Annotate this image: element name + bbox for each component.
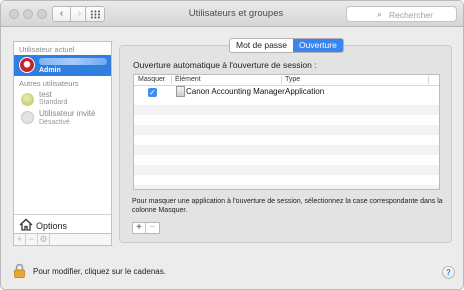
table-row-empty [134, 125, 439, 135]
user-role: Désactivé [39, 119, 70, 126]
users-sidebar: Utilisateur actuel Admin Autres utilisat… [13, 41, 112, 234]
add-user-button[interactable]: + [14, 234, 26, 245]
login-items-toolbar: + − [132, 222, 160, 234]
column-header-hide[interactable]: Masquer [138, 76, 165, 83]
options-label: Options [36, 221, 68, 231]
back-button[interactable]: ‹ [52, 6, 71, 22]
item-type: Application [285, 87, 325, 96]
table-row-empty [134, 145, 439, 155]
title-bar: ‹ › Utilisateurs et groupes ⌕ Rechercher [1, 1, 463, 27]
remove-user-button[interactable]: − [26, 234, 38, 245]
search-placeholder: Rechercher [389, 10, 433, 20]
chevron-right-icon: › [77, 8, 82, 19]
show-all-button[interactable] [85, 6, 105, 22]
admin-avatar [19, 57, 35, 73]
guest-avatar [21, 111, 34, 124]
home-icon [19, 218, 33, 231]
other-users-heading: Autres utilisateurs [19, 79, 79, 88]
close-window-button[interactable] [9, 9, 19, 19]
tab-bar: Mot de passe Ouverture [229, 38, 344, 53]
window-title: Utilisateurs et groupes [188, 8, 284, 19]
tab-login-items[interactable]: Ouverture [293, 39, 343, 52]
column-divider [428, 76, 429, 84]
current-user-heading: Utilisateur actuel [19, 45, 75, 54]
tab-password[interactable]: Mot de passe [230, 39, 293, 52]
table-row-empty [134, 185, 439, 189]
hide-checkbox[interactable]: ✓ [148, 88, 157, 97]
minimize-window-button[interactable] [23, 9, 33, 19]
options-item[interactable]: Options [14, 214, 111, 234]
column-header-item[interactable]: Élément [175, 76, 201, 83]
search-field[interactable]: ⌕ Rechercher [346, 6, 457, 22]
lock-status-text: Pour modifier, cliquez sur le cadenas. [33, 267, 166, 276]
table-header: Masquer Élément Type [134, 75, 439, 86]
grid-icon [90, 10, 101, 19]
column-header-type[interactable]: Type [285, 76, 300, 83]
login-items-help-text: Pour masquer une application à l'ouvertu… [132, 198, 443, 214]
user-name: test [39, 90, 52, 99]
help-button[interactable]: ? [442, 266, 455, 279]
user-role: Standard [39, 99, 68, 106]
column-divider [281, 76, 282, 84]
zoom-window-button[interactable] [37, 9, 47, 19]
table-row-empty [134, 105, 439, 115]
sidebar-toolbar: + − ⚙ [13, 234, 112, 246]
remove-login-item-button[interactable]: − [146, 223, 159, 233]
sidebar-item-current-user[interactable]: Admin [14, 55, 111, 76]
column-divider [171, 76, 172, 84]
login-items-title: Ouverture automatique à l'ouverture de s… [133, 60, 317, 70]
search-icon: ⌕ [377, 9, 383, 19]
gear-icon[interactable]: ⚙ [38, 234, 50, 245]
application-icon [176, 86, 185, 97]
table-row-empty [134, 165, 439, 175]
login-items-table: Masquer Élément Type ✓ Canon Accounting … [133, 74, 440, 190]
lock-icon[interactable] [13, 263, 26, 278]
chevron-left-icon: ‹ [59, 8, 64, 19]
add-login-item-button[interactable]: + [133, 223, 147, 233]
redacted-user-name [39, 58, 107, 65]
preferences-window: ‹ › Utilisateurs et groupes ⌕ Rechercher… [0, 0, 464, 290]
item-name: Canon Accounting Manager [186, 87, 285, 96]
user-name: Utilisateur invité [39, 109, 96, 118]
current-user-role: Admin [39, 67, 61, 74]
test-avatar [21, 93, 34, 106]
